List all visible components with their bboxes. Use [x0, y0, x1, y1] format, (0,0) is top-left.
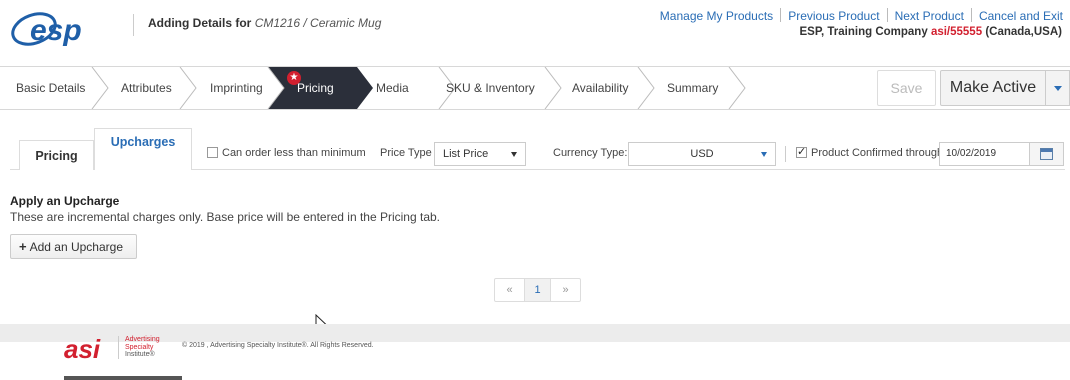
wizard-step-summary[interactable]: Summary [667, 67, 718, 109]
confirmed-date-input[interactable]: 10/02/2019 [939, 142, 1030, 166]
company-asi-number: asi/55555 [930, 26, 983, 38]
footer-band [0, 324, 1070, 342]
app-header: esp Adding Details for CM1216 / Ceramic … [0, 0, 1070, 62]
make-active-dropdown-toggle[interactable] [1046, 70, 1070, 106]
asi-logo-line-1: Advertising [125, 336, 160, 343]
pricing-subbar: Pricing Upcharges Can order less than mi… [0, 128, 1070, 170]
pagination-page-current[interactable]: 1 [524, 279, 551, 301]
footer-bar [64, 376, 182, 380]
asi-logo-text: Advertising Specialty Institute® [118, 336, 160, 359]
price-type-label: Price Type [380, 147, 432, 159]
currency-type-value: USD [690, 148, 714, 160]
pagination: « 1 » [494, 278, 581, 302]
product-confirmed-label: Product Confirmed through [811, 147, 944, 159]
asi-logo: asi [64, 334, 101, 362]
company-info: ESP, Training Company asi/55555 (Canada,… [799, 26, 1062, 38]
next-product-link[interactable]: Next Product [895, 9, 964, 23]
price-type-select[interactable]: List Price [434, 142, 526, 166]
can-order-less-checkbox[interactable] [207, 147, 218, 158]
chevron-down-icon [761, 152, 767, 157]
chevron-down-icon [511, 152, 517, 157]
link-separator [970, 8, 972, 22]
manage-my-products-link[interactable]: Manage My Products [660, 9, 773, 23]
section-description: These are incremental charges only. Base… [10, 210, 441, 224]
asi-logo-line-2: Specialty [125, 343, 154, 351]
plus-icon: + [19, 239, 27, 254]
product-confirmed-option[interactable]: Product Confirmed through [796, 145, 944, 159]
pagination-next[interactable]: » [551, 279, 580, 301]
add-upcharge-button[interactable]: + Add an Upcharge [10, 234, 137, 259]
wizard-step-pricing[interactable]: Pricing [297, 67, 334, 109]
chevron-separator-6 [544, 67, 562, 109]
wizard-step-imprinting[interactable]: Imprinting [210, 67, 263, 109]
date-picker-button[interactable] [1030, 142, 1064, 166]
can-order-less-option[interactable]: Can order less than minimum [207, 147, 366, 159]
make-active-button[interactable]: Make Active [940, 70, 1046, 106]
esp-logo[interactable]: esp [10, 8, 120, 48]
previous-product-link[interactable]: Previous Product [788, 9, 879, 23]
pagination-prev[interactable]: « [495, 279, 524, 301]
currency-type-select[interactable]: USD [628, 142, 776, 166]
chevron-separator-1 [91, 67, 109, 109]
company-region: (Canada,USA) [985, 26, 1062, 38]
tab-upcharges-label: Upcharges [110, 135, 176, 149]
currency-type-label: Currency Type: [553, 147, 628, 159]
wizard-step-attributes[interactable]: Attributes [121, 67, 172, 109]
wizard-steps-bar: Basic Details Attributes Imprinting ★ Pr… [0, 66, 1070, 110]
section-title: Apply an Upcharge [10, 194, 120, 208]
tab-pricing[interactable]: Pricing [19, 140, 94, 170]
page-title-prefix: Adding Details for [148, 16, 252, 30]
calendar-icon [1040, 148, 1053, 160]
wizard-chevrons [91, 67, 746, 109]
top-links: Manage My Products Previous Product Next P… [660, 8, 1063, 23]
add-upcharge-label: Add an Upcharge [29, 240, 123, 254]
link-separator [780, 8, 782, 22]
wizard-step-media[interactable]: Media [376, 67, 409, 109]
page-title: Adding Details for CM1216 / Ceramic Mug [148, 16, 381, 30]
logo-text: esp [30, 14, 82, 47]
chevron-separator-8 [728, 67, 746, 109]
cancel-and-exit-link[interactable]: Cancel and Exit [979, 9, 1063, 23]
save-button[interactable]: Save [877, 70, 936, 106]
company-name: ESP, Training Company [799, 26, 928, 38]
price-type-value: List Price [443, 148, 489, 160]
page-title-product: CM1216 / Ceramic Mug [254, 16, 382, 30]
tab-upcharges[interactable]: Upcharges [94, 128, 192, 170]
asi-logo-line-3: Institute® [125, 351, 155, 358]
svg-text:asi: asi [64, 334, 101, 362]
wizard-step-basic-details[interactable]: Basic Details [16, 67, 85, 109]
can-order-less-label: Can order less than minimum [222, 147, 366, 159]
link-separator [886, 8, 888, 22]
chevron-separator-2 [179, 67, 197, 109]
header-divider [133, 14, 134, 36]
options-divider [785, 146, 786, 162]
wizard-step-availability[interactable]: Availability [572, 67, 628, 109]
chevron-separator-7 [637, 67, 655, 109]
product-confirmed-checkbox[interactable] [796, 145, 807, 158]
wizard-step-sku-inventory[interactable]: SKU & Inventory [446, 67, 535, 109]
footer-copyright: © 2019 , Advertising Specialty Institute… [182, 342, 374, 349]
